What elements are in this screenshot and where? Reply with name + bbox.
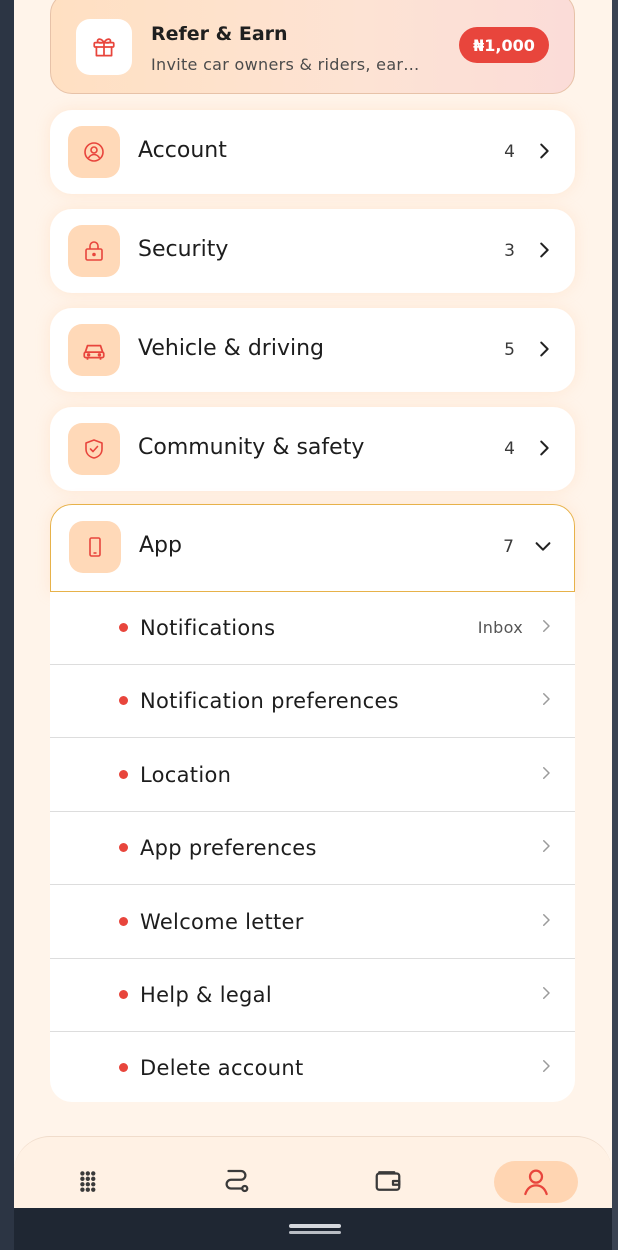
- menu-item-label: Community & safety: [138, 435, 365, 460]
- chevron-down-icon: [535, 542, 551, 551]
- submenu-item-app-preferences[interactable]: App preferences: [50, 812, 575, 885]
- bottom-navigation: [14, 1136, 612, 1208]
- refer-title: Refer & Earn: [151, 23, 288, 45]
- submenu-item-label: App preferences: [140, 836, 317, 860]
- chevron-right-icon: [540, 341, 549, 357]
- menu-item-label: Account: [138, 138, 227, 163]
- chevron-right-icon: [540, 440, 549, 456]
- submenu-item-label: Notification preferences: [140, 689, 399, 713]
- dot-icon: [119, 843, 128, 852]
- dot-icon: [119, 770, 128, 779]
- chevron-right-icon: [543, 767, 550, 779]
- submenu-item-aux: Inbox: [477, 618, 523, 637]
- submenu-item-label: Welcome letter: [140, 910, 304, 934]
- menu-item-count: 4: [504, 439, 515, 459]
- menu-item-count: 3: [504, 241, 515, 261]
- home-indicator-shadow: [289, 1231, 341, 1234]
- chevron-right-icon: [543, 914, 550, 926]
- menu-item-label: Vehicle & driving: [138, 336, 324, 361]
- refer-earn-card[interactable]: Refer & Earn Invite car owners & riders,…: [50, 0, 575, 94]
- menu-item-vehicle-driving[interactable]: Vehicle & driving 5: [50, 308, 575, 392]
- submenu-item-label: Location: [140, 763, 232, 787]
- car-icon: [68, 324, 120, 376]
- system-navigation-bar: [14, 1208, 612, 1250]
- chevron-right-icon: [540, 143, 549, 159]
- chevron-right-icon: [543, 840, 550, 852]
- submenu-item-label: Delete account: [140, 1056, 304, 1080]
- user-circle-icon: [68, 126, 120, 178]
- submenu-item-notifications[interactable]: Notifications Inbox: [50, 592, 575, 665]
- menu-item-count: 7: [503, 537, 514, 557]
- shield-check-icon: [68, 423, 120, 475]
- gift-icon: [76, 19, 132, 75]
- dot-icon: [119, 696, 128, 705]
- dot-icon: [119, 990, 128, 999]
- profile-icon: [524, 1169, 548, 1196]
- route-icon[interactable]: [216, 1161, 256, 1201]
- app-submenu: Notifications Inbox Notification prefere…: [50, 592, 575, 1102]
- wallet-icon[interactable]: [368, 1161, 408, 1201]
- submenu-item-help-legal[interactable]: Help & legal: [50, 959, 575, 1032]
- chevron-right-icon: [543, 693, 550, 705]
- submenu-item-label: Notifications: [140, 616, 276, 640]
- chevron-right-icon: [543, 987, 550, 999]
- submenu-item-notification-preferences[interactable]: Notification preferences: [50, 665, 575, 738]
- submenu-item-welcome-letter[interactable]: Welcome letter: [50, 886, 575, 959]
- refer-subtitle: Invite car owners & riders, ear…: [151, 55, 420, 74]
- window-left-edge: [0, 0, 14, 1250]
- lock-icon: [68, 225, 120, 277]
- submenu-item-location[interactable]: Location: [50, 739, 575, 812]
- dot-icon: [119, 1063, 128, 1072]
- menu-item-label: App: [139, 533, 182, 558]
- grid-icon[interactable]: [70, 1161, 110, 1201]
- chevron-right-icon: [543, 620, 550, 632]
- menu-item-app[interactable]: App 7: [50, 504, 575, 592]
- submenu-item-delete-account[interactable]: Delete account: [50, 1032, 575, 1105]
- chevron-right-icon: [543, 1060, 550, 1072]
- menu-item-label: Security: [138, 237, 229, 262]
- menu-item-count: 5: [504, 340, 515, 360]
- submenu-item-label: Help & legal: [140, 983, 272, 1007]
- reward-badge: ₦1,000: [459, 27, 549, 63]
- menu-item-count: 4: [504, 142, 515, 162]
- window-scrollbar[interactable]: [612, 0, 618, 1250]
- menu-item-security[interactable]: Security 3: [50, 209, 575, 293]
- menu-item-community-safety[interactable]: Community & safety 4: [50, 407, 575, 491]
- settings-screen: Refer & Earn Invite car owners & riders,…: [14, 0, 612, 1208]
- chevron-right-icon: [540, 242, 549, 258]
- phone-icon: [69, 521, 121, 573]
- dot-icon: [119, 623, 128, 632]
- profile-tab[interactable]: [494, 1161, 578, 1203]
- home-indicator[interactable]: [289, 1224, 341, 1228]
- dot-icon: [119, 917, 128, 926]
- menu-item-account[interactable]: Account 4: [50, 110, 575, 194]
